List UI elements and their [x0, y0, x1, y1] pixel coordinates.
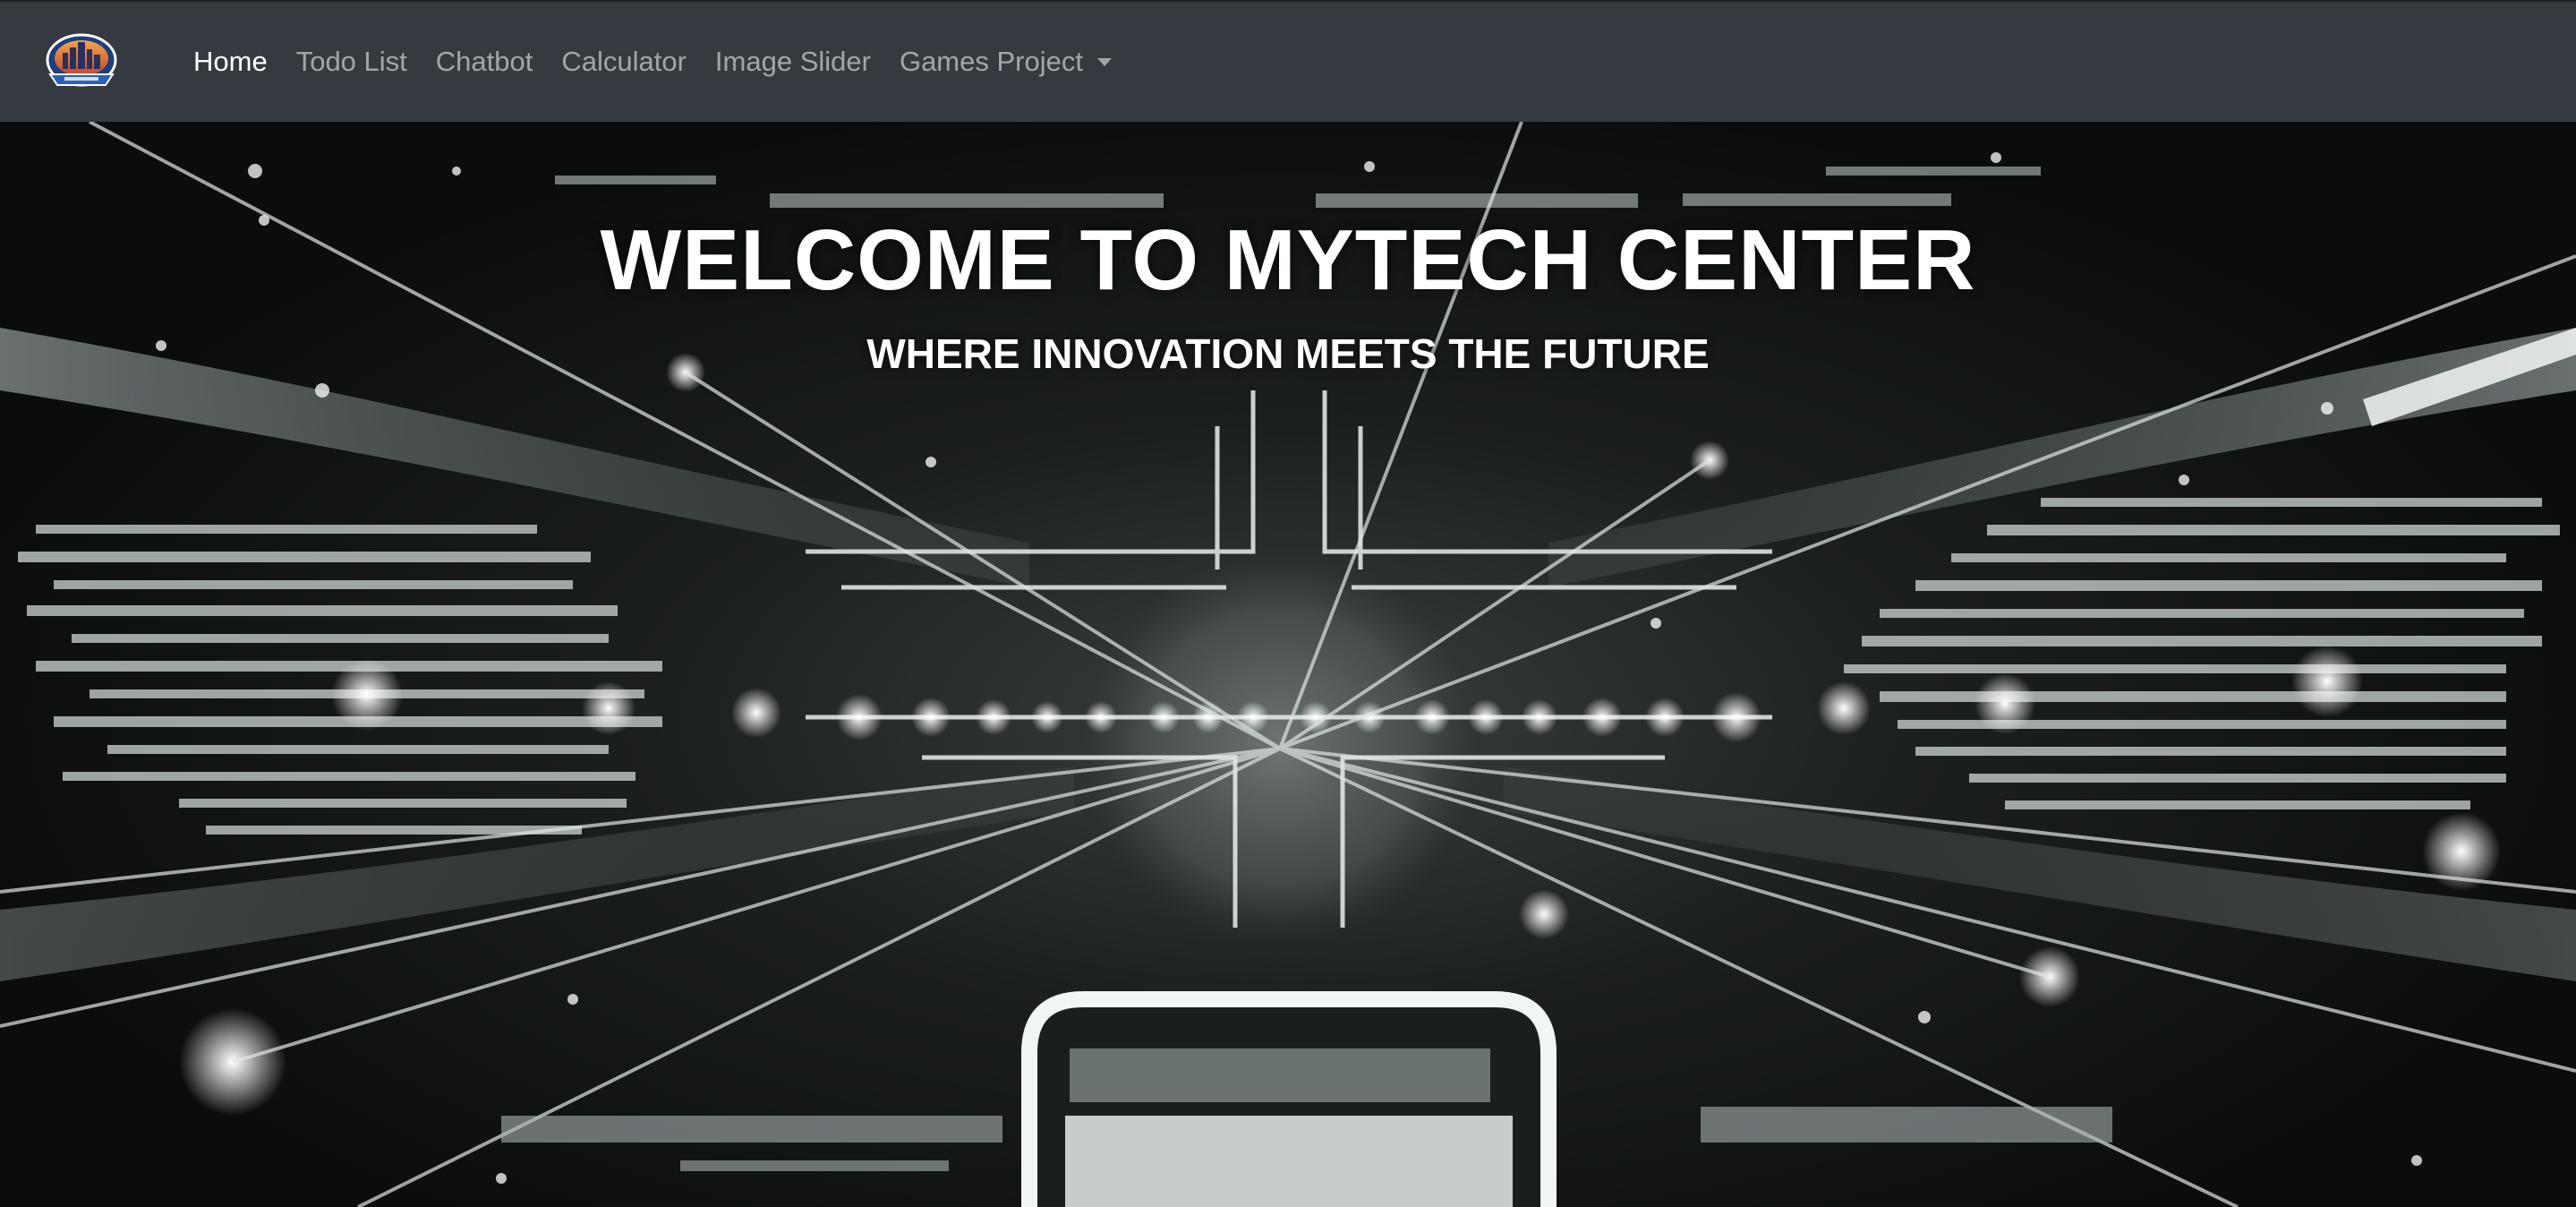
- nav-links: Home Todo List Chatbot Calculator Image …: [179, 2, 1126, 122]
- caret-down-icon: [1096, 57, 1112, 66]
- nav-link-image-slider[interactable]: Image Slider: [701, 46, 885, 78]
- hero-subtitle: WHERE INNOVATION MEETS THE FUTURE: [866, 330, 1710, 377]
- hero-section: WELCOME TO MYTECH CENTER WHERE INNOVATIO…: [0, 122, 2576, 1207]
- nav-dropdown-label: Games Project: [899, 46, 1083, 77]
- top-navbar: Home Todo List Chatbot Calculator Image …: [0, 0, 2576, 122]
- nav-link-home[interactable]: Home: [179, 46, 282, 78]
- nav-dropdown-games-project[interactable]: Games Project: [885, 46, 1126, 78]
- brand-logo[interactable]: [41, 31, 122, 92]
- nav-link-chatbot[interactable]: Chatbot: [422, 46, 548, 78]
- city-badge-logo-icon: [46, 33, 117, 87]
- hero-title: WELCOME TO MYTECH CENTER: [600, 212, 1976, 308]
- nav-link-todo-list[interactable]: Todo List: [282, 46, 422, 78]
- nav-link-calculator[interactable]: Calculator: [547, 46, 701, 78]
